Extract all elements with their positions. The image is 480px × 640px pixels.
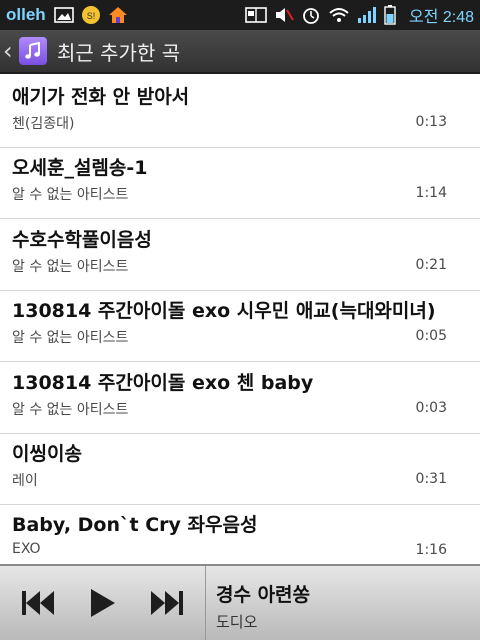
song-title: 이씽이송 (12, 443, 82, 465)
song-duration: 0:05 (415, 328, 447, 344)
song-list-item[interactable]: 130814 주간아이돌 exo 첸 baby 알 수 없는 아티스트 0:03 (0, 362, 480, 434)
song-artist: EXO (12, 541, 41, 557)
song-duration: 0:31 (415, 471, 447, 487)
now-playing-artist: 도디오 (216, 613, 258, 631)
playback-controls (0, 566, 206, 640)
song-title: 130814 주간아이돌 exo 첸 baby (12, 372, 314, 394)
skip-next-icon[interactable] (142, 578, 192, 628)
wifi-icon (328, 6, 350, 24)
song-artist: 알 수 없는 아티스트 (12, 187, 129, 203)
song-artist: 알 수 없는 아티스트 (12, 259, 129, 275)
music-note-icon[interactable] (19, 37, 47, 65)
mute-icon (274, 6, 294, 24)
skip-previous-icon[interactable] (13, 578, 63, 628)
now-playing-title: 경수 아련쏭 (216, 584, 311, 606)
song-title: 애기가 전화 안 받아서 (12, 86, 190, 108)
battery-icon (384, 5, 396, 25)
notification-badge-icon: S! (81, 5, 101, 25)
play-icon[interactable] (77, 578, 127, 628)
song-artist: 알 수 없는 아티스트 (12, 330, 129, 346)
now-playing-info[interactable]: 경수 아련쏭 도디오 (206, 566, 480, 640)
song-artist: 첸(김종대) (12, 116, 75, 132)
action-bar: ‹ 최근 추가한 곡 (0, 30, 480, 74)
svg-text:S!: S! (86, 11, 95, 21)
chevron-left-icon[interactable]: ‹ (3, 29, 19, 73)
mini-player: 경수 아련쏭 도디오 (0, 564, 480, 640)
alarm-icon (301, 5, 321, 25)
song-list-item[interactable]: 이씽이송 레이 0:31 (0, 433, 480, 505)
song-duration: 0:21 (415, 257, 447, 273)
picture-icon (53, 7, 74, 23)
song-title: 수호수학풀이음성 (12, 229, 152, 251)
song-title: Baby, Don`t Cry 좌우음성 (12, 514, 258, 536)
song-list: 애기가 전화 안 받아서 첸(김종대) 0:13 오세훈_설렘송-1 알 수 없… (0, 76, 480, 564)
page-title: 최근 추가한 곡 (57, 40, 181, 65)
signal-icon (357, 6, 377, 24)
song-duration: 1:14 (415, 185, 447, 201)
song-title: 오세훈_설렘송-1 (12, 157, 148, 179)
status-time: 오전 2:48 (408, 9, 474, 26)
song-list-item[interactable]: 오세훈_설렘송-1 알 수 없는 아티스트 1:14 (0, 147, 480, 219)
song-duration: 0:03 (415, 400, 447, 416)
status-bar: olleh S! 오전 2:48 (0, 0, 480, 30)
song-duration: 1:16 (415, 542, 447, 558)
song-list-item[interactable]: 애기가 전화 안 받아서 첸(김종대) 0:13 (0, 76, 480, 148)
song-duration: 0:13 (415, 114, 447, 130)
song-artist: 알 수 없는 아티스트 (12, 402, 129, 418)
carrier-name: olleh (6, 5, 46, 24)
home-app-icon (108, 5, 128, 25)
song-artist: 레이 (12, 473, 38, 489)
song-list-item[interactable]: 수호수학풀이음성 알 수 없는 아티스트 0:21 (0, 219, 480, 291)
song-list-item[interactable]: 130814 주간아이돌 exo 시우민 애교(늑대와미녀) 알 수 없는 아티… (0, 290, 480, 362)
song-title: 130814 주간아이돌 exo 시우민 애교(늑대와미녀) (12, 300, 436, 322)
song-list-item[interactable]: Baby, Don`t Cry 좌우음성 EXO 1:16 (0, 504, 480, 564)
screen-share-icon (245, 6, 267, 24)
